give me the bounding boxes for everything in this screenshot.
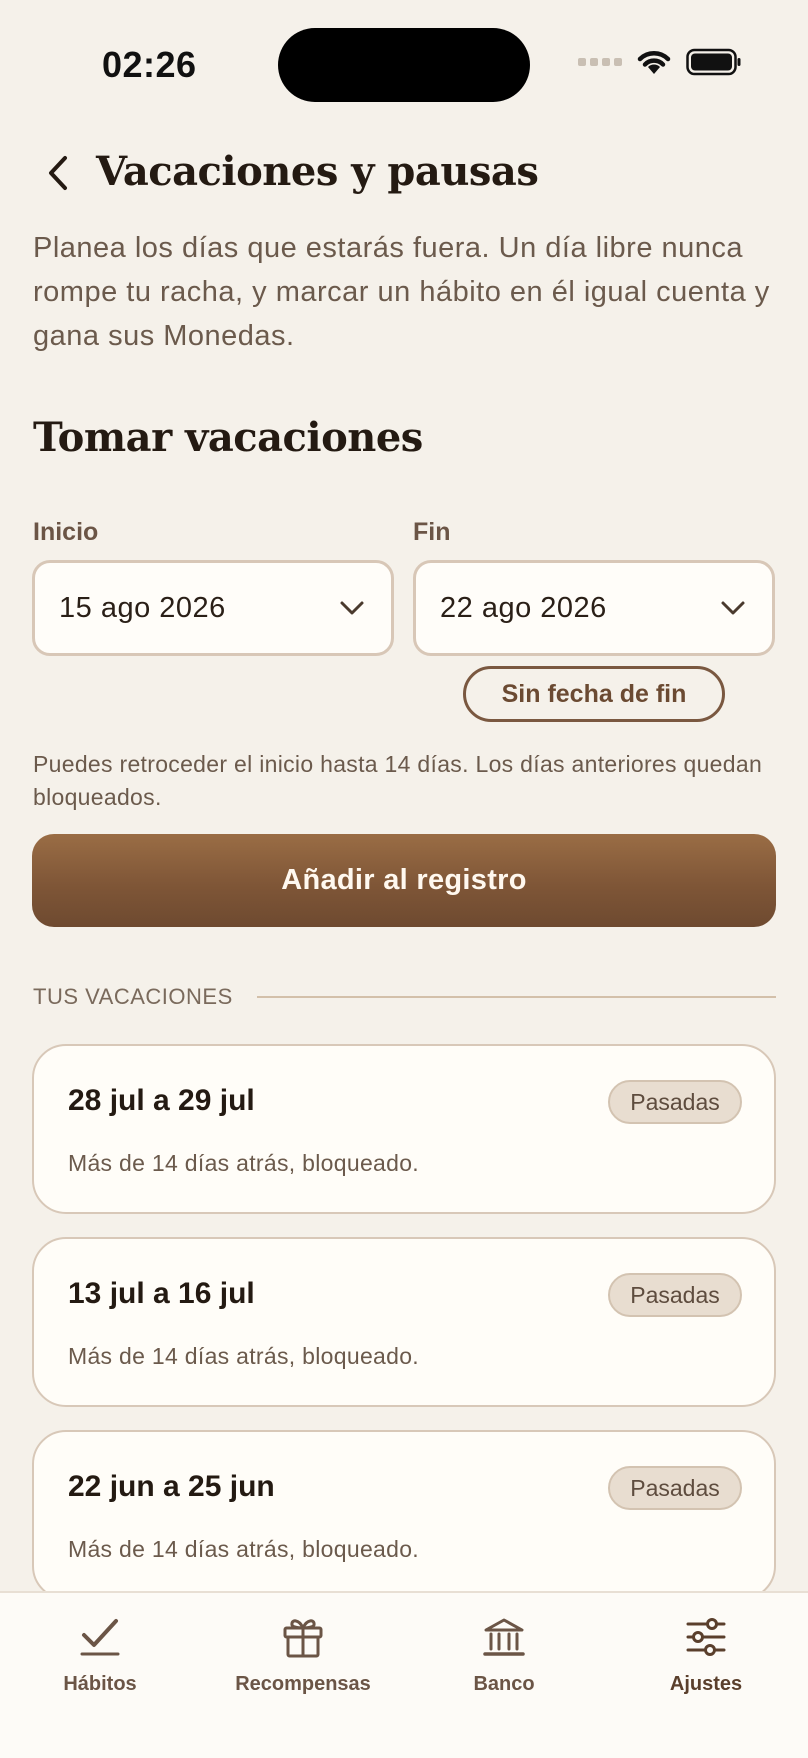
- vacations-screen: 02:26 Vacaciones y pausas Planea los día…: [0, 0, 808, 1758]
- vacation-range: 13 jul a 16 jul: [68, 1277, 255, 1310]
- add-to-log-button[interactable]: Añadir al registro: [32, 834, 776, 927]
- cellular-signal-icon: [578, 58, 622, 66]
- status-badge: Pasadas: [608, 1273, 742, 1317]
- check-icon: [80, 1619, 120, 1656]
- battery-icon: [686, 48, 741, 76]
- chevron-down-icon: [721, 601, 745, 615]
- section-title: Tomar vacaciones: [33, 414, 423, 461]
- tab-label: Recompensas: [235, 1673, 371, 1695]
- start-date-label: Inicio: [33, 518, 99, 546]
- sliders-icon: [686, 1618, 726, 1656]
- status-badge: Pasadas: [608, 1466, 742, 1510]
- tab-label: Banco: [473, 1673, 535, 1695]
- no-end-date-button[interactable]: Sin fecha de fin: [463, 666, 725, 722]
- vacations-list-header: TUS VACACIONES: [33, 984, 776, 1010]
- vacation-card[interactable]: 28 jul a 29 jul Pasadas Más de 14 días a…: [32, 1044, 776, 1214]
- dynamic-island: [278, 28, 530, 102]
- chevron-down-icon: [340, 601, 364, 615]
- tab-bar: Hábitos Recompensas Banco Ajustes: [0, 1591, 808, 1758]
- backdate-hint: Puedes retroceder el inicio hasta 14 día…: [33, 751, 763, 810]
- end-date-select[interactable]: 22 ago 2026: [413, 560, 775, 656]
- page-title: Vacaciones y pausas: [96, 148, 539, 195]
- vacation-range: 22 jun a 25 jun: [68, 1470, 275, 1503]
- tab-label: Hábitos: [63, 1673, 137, 1695]
- end-date-value: 22 ago 2026: [440, 591, 607, 624]
- end-date-label: Fin: [413, 518, 451, 546]
- start-date-select[interactable]: 15 ago 2026: [32, 560, 394, 656]
- vacation-note: Más de 14 días atrás, bloqueado.: [68, 1536, 419, 1562]
- divider: [256, 996, 776, 998]
- vacations-list-title: TUS VACACIONES: [33, 984, 233, 1009]
- tab-habitos[interactable]: Hábitos: [0, 1611, 200, 1696]
- vacation-note: Más de 14 días atrás, bloqueado.: [68, 1150, 419, 1176]
- tab-recompensas[interactable]: Recompensas: [203, 1611, 403, 1696]
- vacation-note: Más de 14 días atrás, bloqueado.: [68, 1343, 419, 1369]
- status-time: 02:26: [102, 44, 197, 85]
- status-icons: [578, 48, 742, 76]
- tab-banco[interactable]: Banco: [404, 1611, 604, 1696]
- gift-icon: [283, 1619, 323, 1658]
- chevron-left-icon: [49, 156, 67, 190]
- tab-ajustes[interactable]: Ajustes: [606, 1611, 806, 1696]
- vacation-range: 28 jul a 29 jul: [68, 1084, 255, 1117]
- start-date-value: 15 ago 2026: [59, 591, 226, 624]
- vacation-card[interactable]: 22 jun a 25 jun Pasadas Más de 14 días a…: [32, 1430, 776, 1600]
- back-button[interactable]: [38, 148, 78, 198]
- bank-icon: [483, 1618, 525, 1656]
- status-badge: Pasadas: [608, 1080, 742, 1124]
- wifi-icon: [637, 51, 671, 74]
- vacation-card[interactable]: 13 jul a 16 jul Pasadas Más de 14 días a…: [32, 1237, 776, 1407]
- intro-text: Planea los días que estarás fuera. Un dí…: [33, 232, 770, 352]
- tab-label: Ajustes: [669, 1673, 743, 1695]
